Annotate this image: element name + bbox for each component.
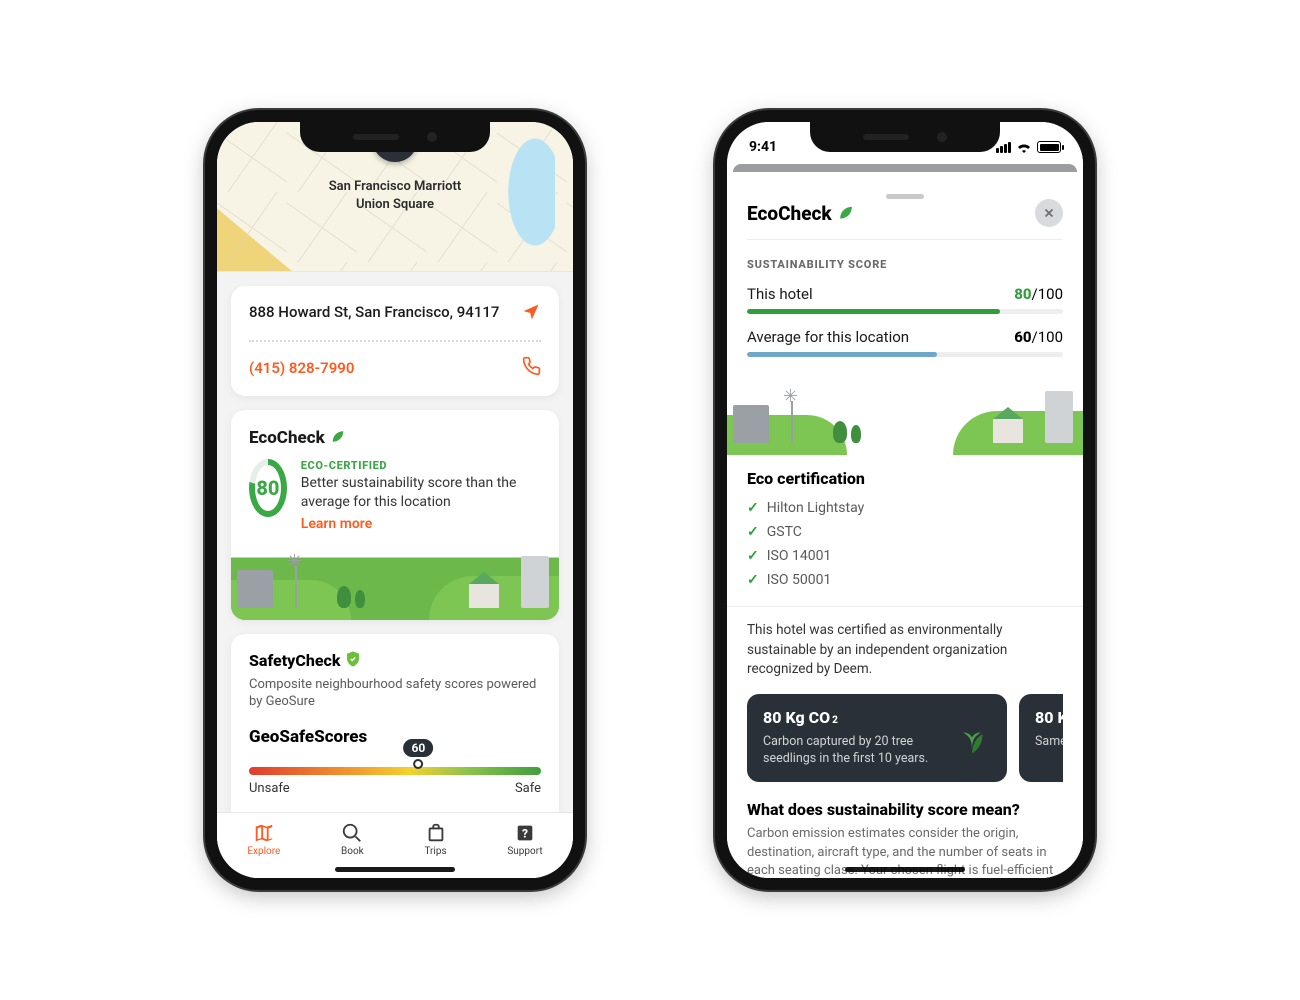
gauge-pin: 60 (403, 739, 433, 769)
safety-gauge: 60 Unsafe Safe (249, 767, 541, 815)
score-bar-avg (747, 352, 1063, 357)
address-text: 888 Howard St, San Francisco, 94117 (249, 302, 499, 322)
eco-description: Better sustainability score than the ave… (301, 474, 541, 512)
cert-item: ✓Hilton Lightstay (747, 496, 1063, 520)
search-icon (341, 822, 363, 844)
eco-score-ring: 80 (249, 459, 287, 517)
check-icon: ✓ (747, 548, 759, 564)
address-card: 888 Howard St, San Francisco, 94117 (415… (231, 286, 559, 396)
call-icon[interactable] (521, 356, 541, 380)
score-value-this: 80 (1014, 285, 1031, 303)
safetycheck-brand: SafetyCheck (249, 650, 541, 672)
gauge-label-safe: Safe (515, 781, 541, 796)
map-hotel-label: San Francisco Marriott Union Square (217, 178, 573, 213)
safety-subtitle: Composite neighbourhood safety scores po… (249, 676, 541, 711)
section-title-score: SUSTAINABILITY SCORE (747, 258, 1063, 271)
cert-item: ✓ISO 14001 (747, 544, 1063, 568)
eco-illustration (231, 542, 559, 620)
home-indicator (335, 867, 455, 872)
close-icon (1042, 206, 1056, 220)
eco-score-value: 80 (249, 459, 287, 517)
check-icon: ✓ (747, 572, 759, 588)
cert-section-title: Eco certification (747, 469, 1063, 488)
tab-book[interactable]: Book (341, 822, 364, 857)
close-button[interactable] (1035, 199, 1063, 227)
learn-more-link[interactable]: Learn more (301, 516, 372, 532)
leaf-icon (836, 201, 856, 226)
phone-left: San Francisco Marriott Union Square 888 … (205, 110, 585, 890)
gauge-value: 60 (403, 739, 433, 757)
device-notch (300, 122, 490, 152)
cert-item: ✓GSTC (747, 520, 1063, 544)
score-label-this: This hotel (747, 285, 813, 303)
score-value-avg: 60 (1014, 328, 1031, 346)
cert-note: This hotel was certified as environmenta… (747, 621, 1063, 680)
tab-support[interactable]: ? Support (507, 822, 542, 857)
svg-text:?: ? (522, 827, 528, 841)
carbon-card-subtitle: Carbon captured by 20 tree seedlings in … (763, 733, 933, 768)
leaf-icon (329, 426, 347, 449)
divider (249, 340, 541, 342)
gauge-label-unsafe: Unsafe (249, 781, 290, 796)
ecocheck-brand: EcoCheck (249, 426, 541, 449)
cert-list: ✓Hilton Lightstay✓GSTC✓ISO 14001✓ISO 500… (747, 496, 1063, 592)
ecocheck-card[interactable]: EcoCheck 80 ECO-CERTIFIED Better sustain… (231, 410, 559, 620)
eco-certified-tag: ECO-CERTIFIED (301, 459, 541, 472)
carbon-card[interactable]: 80 Kg CO2 Carbon captured by 20 tree see… (747, 694, 1007, 782)
carbon-card[interactable]: 80 Kg Same as plastic (1019, 694, 1063, 782)
divider (727, 606, 1083, 607)
check-icon: ✓ (747, 500, 759, 516)
carbon-cards[interactable]: 80 Kg CO2 Carbon captured by 20 tree see… (747, 694, 1063, 782)
home-indicator (845, 867, 965, 872)
phone-right: 9:41 EcoCheck (715, 110, 1095, 890)
faq-title: What does sustainability score mean? (747, 800, 1063, 819)
carbon-card-subtitle: Same as plastic (1035, 733, 1063, 751)
help-icon: ? (514, 822, 536, 844)
status-time: 9:41 (749, 139, 777, 155)
battery-icon (1037, 141, 1061, 153)
signal-icon (996, 142, 1011, 153)
map-icon (253, 822, 275, 844)
tab-trips[interactable]: Trips (424, 822, 446, 857)
suitcase-icon (425, 822, 447, 844)
wifi-icon (1016, 141, 1032, 153)
ecocheck-brand: EcoCheck (747, 201, 856, 226)
score-bar-this (747, 309, 1063, 314)
geosafe-title: GeoSafeScores (249, 727, 541, 747)
device-notch (810, 122, 1000, 152)
phone-number[interactable]: (415) 828-7990 (249, 359, 354, 377)
tab-explore[interactable]: Explore (247, 822, 280, 857)
eco-detail-sheet: EcoCheck SUSTAINABILITY SCORE This hotel… (727, 172, 1083, 878)
cert-item: ✓ISO 50001 (747, 568, 1063, 592)
navigate-icon[interactable] (521, 302, 541, 326)
eco-illustration (727, 377, 1083, 455)
check-icon: ✓ (747, 524, 759, 540)
shield-check-icon (344, 650, 362, 672)
score-label-avg: Average for this location (747, 328, 909, 346)
plant-icon (951, 715, 993, 761)
